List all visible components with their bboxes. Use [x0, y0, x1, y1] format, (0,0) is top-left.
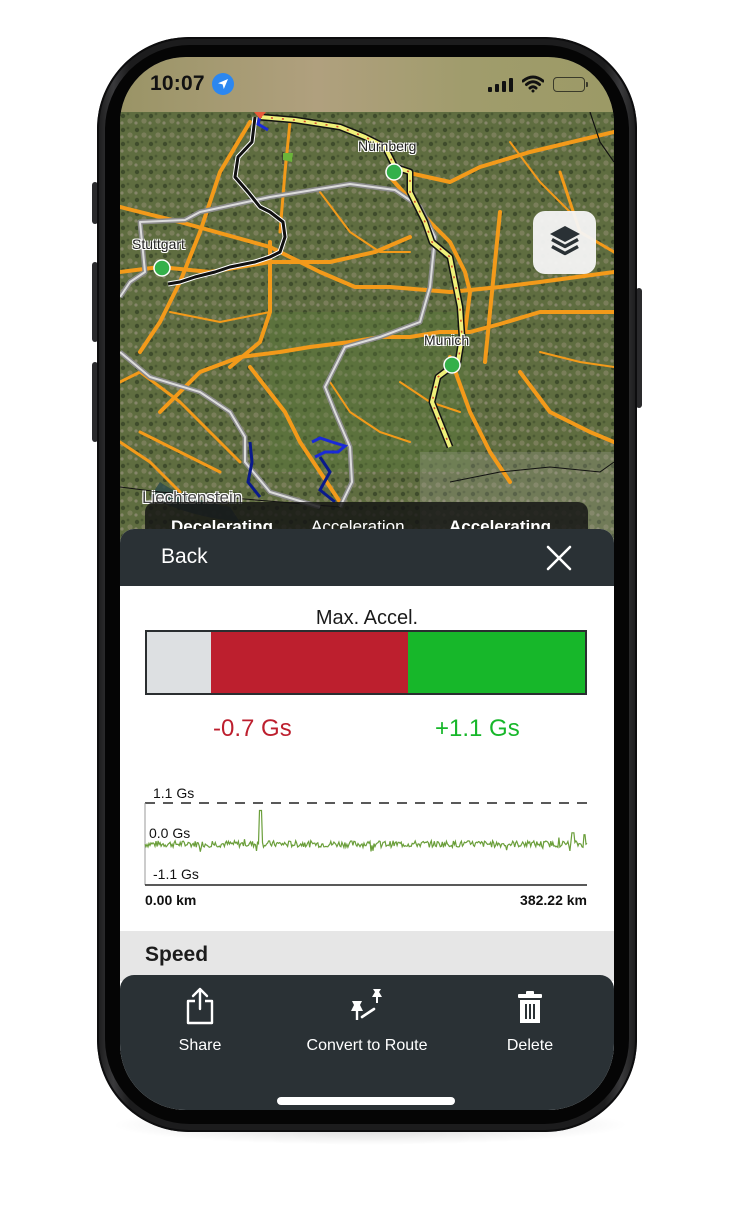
accel-bar-negative [211, 632, 409, 693]
chart-plot [144, 802, 588, 886]
sheet-header: Back [120, 529, 614, 586]
max-accel-bar [145, 630, 587, 695]
back-button[interactable]: Back [161, 545, 208, 569]
max-decel-value: -0.7 Gs [213, 715, 292, 742]
map-view[interactable]: Nürnberg Stuttgart Munich Liechtenstein … [120, 112, 614, 542]
device-mockup: 10:07 Nürnberg Stuttgart Munich Liechten… [0, 0, 746, 1227]
status-bar: 10:07 [120, 57, 614, 112]
chart-x-start-label: 0.00 km [145, 892, 197, 908]
convert-route-icon [347, 975, 387, 1025]
delete-label: Delete [506, 1037, 554, 1054]
cellular-signal-icon [488, 78, 513, 92]
chart-y-mid-label: 0.0 Gs [149, 825, 191, 841]
wifi-icon [521, 75, 545, 98]
share-icon [185, 975, 215, 1025]
max-accel-value: +1.1 Gs [435, 715, 520, 742]
status-time: 10:07 [150, 72, 205, 95]
delete-button[interactable]: Delete [500, 975, 560, 1055]
acceleration-chart: 1.1 Gs 0.0 Gs -1.1 Gs 0.00 km 382.22 km [142, 779, 592, 919]
chart-x-end-label: 382.22 km [520, 892, 587, 908]
map-label-nurnberg: Nürnberg [358, 138, 417, 154]
chart-y-bottom-label: -1.1 Gs [153, 866, 199, 882]
battery-full-icon [553, 77, 588, 92]
speed-section-header[interactable]: Speed [120, 931, 614, 981]
section-title: Max. Accel. [315, 607, 419, 629]
chart-series-acceleration [144, 809, 588, 852]
share-button[interactable]: Share [170, 975, 230, 1055]
share-label: Share [178, 1037, 222, 1054]
chart-y-top-label: 1.1 Gs [153, 785, 195, 801]
convert-to-route-button[interactable]: Convert to Route [292, 975, 442, 1055]
map-label-stuttgart: Stuttgart [132, 236, 185, 252]
accel-bar-positive [408, 632, 586, 693]
map-canvas [120, 112, 614, 542]
trash-icon [516, 975, 544, 1025]
close-icon[interactable] [544, 543, 574, 573]
screen: 10:07 Nürnberg Stuttgart Munich Liechten… [120, 57, 614, 1110]
home-indicator[interactable] [277, 1097, 455, 1105]
convert-to-route-label: Convert to Route [306, 1037, 428, 1054]
location-arrow-icon [212, 73, 234, 95]
bottom-toolbar: Share Convert to Route Delete [120, 975, 614, 1110]
map-label-munich: Munich [424, 332, 470, 348]
speed-section-label: Speed [145, 943, 209, 966]
layers-button[interactable] [533, 211, 596, 274]
accel-bar-empty [147, 632, 212, 693]
layers-icon [548, 223, 582, 262]
